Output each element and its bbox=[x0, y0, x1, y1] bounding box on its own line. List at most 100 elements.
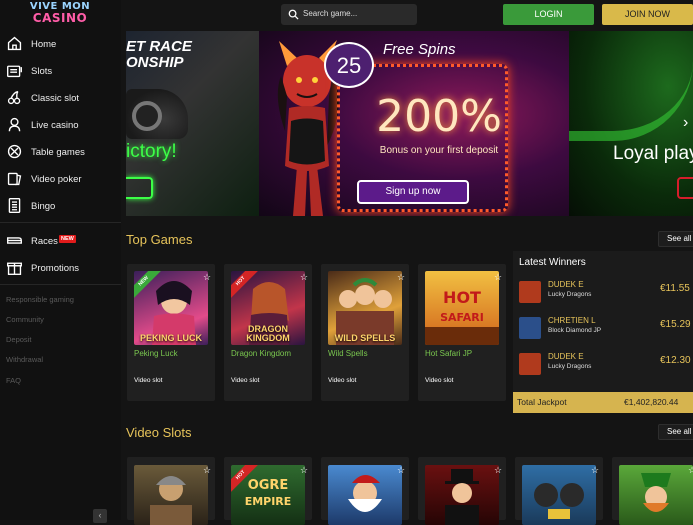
favorite-star-icon[interactable]: ☆ bbox=[688, 465, 693, 476]
sidebar-item-bingo[interactable]: Bingo bbox=[0, 194, 121, 218]
slide-title: ET RACE ONSHIP bbox=[126, 38, 192, 71]
sidebar-item-label: Promotions bbox=[31, 262, 80, 274]
game-title[interactable]: Dragon Kingdom bbox=[231, 349, 291, 358]
sidebar-item-races[interactable]: Races NEW bbox=[0, 229, 121, 253]
video-slot-card[interactable]: ☆ bbox=[515, 457, 603, 525]
footer-link-withdrawal[interactable]: Withdrawal bbox=[6, 355, 43, 364]
winner-row[interactable]: DUDEK E Lucky Dragons €12.30 bbox=[513, 347, 693, 381]
sidebar-item-table-games[interactable]: Table games bbox=[0, 140, 121, 164]
favorite-star-icon[interactable]: ☆ bbox=[300, 272, 308, 283]
login-button[interactable]: LOGIN bbox=[503, 4, 594, 25]
favorite-star-icon[interactable]: ☆ bbox=[591, 465, 599, 476]
winner-amount: €11.55 bbox=[660, 283, 690, 294]
favorite-star-icon[interactable]: ☆ bbox=[397, 465, 405, 476]
winner-amount: €15.29 bbox=[660, 319, 691, 330]
footer-link-community[interactable]: Community bbox=[6, 315, 44, 324]
winner-row[interactable]: CHRETIEN L Block Diamond JP €15.29 bbox=[513, 311, 693, 345]
game-thumbnail[interactable]: OGRE EMPIRE HOT bbox=[231, 465, 305, 525]
game-type: Video slot bbox=[231, 377, 260, 384]
game-thumbnail[interactable] bbox=[619, 465, 693, 525]
game-title[interactable]: Peking Luck bbox=[134, 349, 178, 358]
top-games-title: Top Games bbox=[126, 232, 193, 247]
svg-text:EMPIRE: EMPIRE bbox=[245, 495, 292, 508]
latest-winners-title: Latest Winners bbox=[519, 257, 586, 268]
join-now-button[interactable]: JOIN NOW bbox=[602, 4, 693, 25]
footer-link-faq[interactable]: FAQ bbox=[6, 376, 21, 385]
favorite-star-icon[interactable]: ☆ bbox=[203, 465, 211, 476]
favorite-star-icon[interactable]: ☆ bbox=[397, 272, 405, 283]
game-thumbnail[interactable] bbox=[328, 465, 402, 525]
game-card-wild-spells[interactable]: WILD SPELLS ☆ Wild Spells Video slot bbox=[321, 264, 409, 401]
sidebar-item-promotions[interactable]: Promotions bbox=[0, 256, 121, 280]
game-thumbnail[interactable] bbox=[134, 465, 208, 525]
top-games-see-all-button[interactable]: See all bbox=[658, 231, 693, 247]
slide-tagline: Loyal play bbox=[613, 143, 693, 164]
sidebar-item-label: Slots bbox=[31, 65, 53, 77]
sidebar-item-label: Home bbox=[31, 38, 57, 50]
footer-link-responsible-gaming[interactable]: Responsible gaming bbox=[6, 295, 74, 304]
winner-game: Lucky Dragons bbox=[548, 291, 592, 298]
slide-button[interactable] bbox=[677, 177, 693, 199]
carousel-slide-race[interactable]: ET RACE ONSHIP ictory! bbox=[126, 31, 259, 216]
jackpot-value: €1,402,820.44 bbox=[624, 397, 679, 407]
game-card-hot-safari-jp[interactable]: HOT SAFARI ☆ Hot Safari JP Video slot bbox=[418, 264, 506, 401]
favorite-star-icon[interactable]: ☆ bbox=[300, 465, 308, 476]
jackpot-label: Total Jackpot bbox=[517, 397, 567, 407]
promo-carousel[interactable]: ET RACE ONSHIP ictory! 25 Free Spins 200%… bbox=[126, 31, 693, 216]
game-thumbnail[interactable]: WILD SPELLS bbox=[328, 271, 402, 345]
favorite-star-icon[interactable]: ☆ bbox=[494, 465, 502, 476]
game-title[interactable]: Wild Spells bbox=[328, 349, 368, 358]
sidebar-item-home[interactable]: Home bbox=[0, 32, 121, 56]
game-card-dragon-kingdom[interactable]: DRAGON KINGDOM HOT ☆ Dragon Kingdom Vide… bbox=[224, 264, 312, 401]
sidebar-divider bbox=[0, 284, 121, 285]
bonus-subtitle: Bonus on your first deposit bbox=[379, 145, 499, 156]
sidebar-item-label: Video poker bbox=[31, 173, 82, 185]
video-slot-card[interactable]: OGRE EMPIRE HOT ☆ bbox=[224, 457, 312, 525]
carousel-slide-loyalty[interactable]: › Loyal play bbox=[569, 31, 693, 216]
game-thumbnail[interactable] bbox=[425, 465, 499, 525]
game-art-title: WILD SPELLS bbox=[334, 333, 396, 343]
game-title[interactable]: Hot Safari JP bbox=[425, 349, 472, 358]
carousel-slide-welcome-bonus[interactable]: 25 Free Spins 200% Bonus on your first d… bbox=[259, 31, 569, 216]
game-thumbnail[interactable]: PEKING LUCK NEW bbox=[134, 271, 208, 345]
sign-up-button[interactable]: Sign up now bbox=[357, 180, 469, 204]
search-input[interactable]: Search game... bbox=[281, 4, 417, 25]
video-slots-see-all-button[interactable]: See all bbox=[658, 424, 693, 440]
game-icon bbox=[519, 353, 541, 375]
video-slot-card[interactable]: ☆ bbox=[127, 457, 215, 525]
bonus-percent: 200% bbox=[376, 91, 502, 142]
footer-link-deposit[interactable]: Deposit bbox=[6, 335, 31, 344]
game-thumbnail[interactable] bbox=[522, 465, 596, 525]
carousel-next-icon[interactable]: › bbox=[683, 114, 688, 132]
sidebar-item-live-casino[interactable]: Live casino bbox=[0, 113, 121, 137]
chevron-left-icon: ‹ bbox=[98, 510, 102, 520]
logo[interactable]: VIVE MON CASINO bbox=[12, 2, 108, 28]
svg-text:HOT: HOT bbox=[443, 288, 481, 307]
winner-game: Block Diamond JP bbox=[548, 327, 602, 334]
gladiator-image bbox=[150, 476, 192, 525]
sidebar-item-video-poker[interactable]: Video poker bbox=[0, 167, 121, 191]
sidebar-item-classic-slot[interactable]: Classic slot bbox=[0, 86, 121, 110]
video-slot-card[interactable]: ☆ bbox=[612, 457, 693, 525]
sidebar-item-label: Live casino bbox=[31, 119, 79, 131]
favorite-star-icon[interactable]: ☆ bbox=[203, 272, 211, 283]
video-slots-title: Video Slots bbox=[126, 425, 192, 440]
favorite-star-icon[interactable]: ☆ bbox=[494, 272, 502, 283]
video-slot-card[interactable]: ☆ bbox=[418, 457, 506, 525]
collapse-sidebar-button[interactable]: ‹ bbox=[93, 509, 107, 523]
roulette-icon bbox=[7, 144, 22, 159]
safari-art-image: HOT SAFARI bbox=[425, 288, 499, 345]
free-spins-label: Free Spins bbox=[383, 41, 456, 58]
slide-tagline: ictory! bbox=[126, 141, 177, 162]
slide-button[interactable] bbox=[126, 177, 153, 199]
logo-line2: CASINO bbox=[32, 11, 88, 25]
new-badge: NEW bbox=[59, 235, 76, 243]
winner-row[interactable]: DUDEK E Lucky Dragons €11.55 bbox=[513, 275, 693, 309]
sidebar-item-label: Classic slot bbox=[31, 92, 80, 104]
game-type: Video slot bbox=[134, 377, 163, 384]
game-thumbnail[interactable]: HOT SAFARI bbox=[425, 271, 499, 345]
game-card-peking-luck[interactable]: PEKING LUCK NEW ☆ Peking Luck Video slot bbox=[127, 264, 215, 401]
video-slot-card[interactable]: ☆ bbox=[321, 457, 409, 525]
sidebar-item-slots[interactable]: Slots bbox=[0, 59, 121, 83]
game-thumbnail[interactable]: DRAGON KINGDOM HOT bbox=[231, 271, 305, 345]
